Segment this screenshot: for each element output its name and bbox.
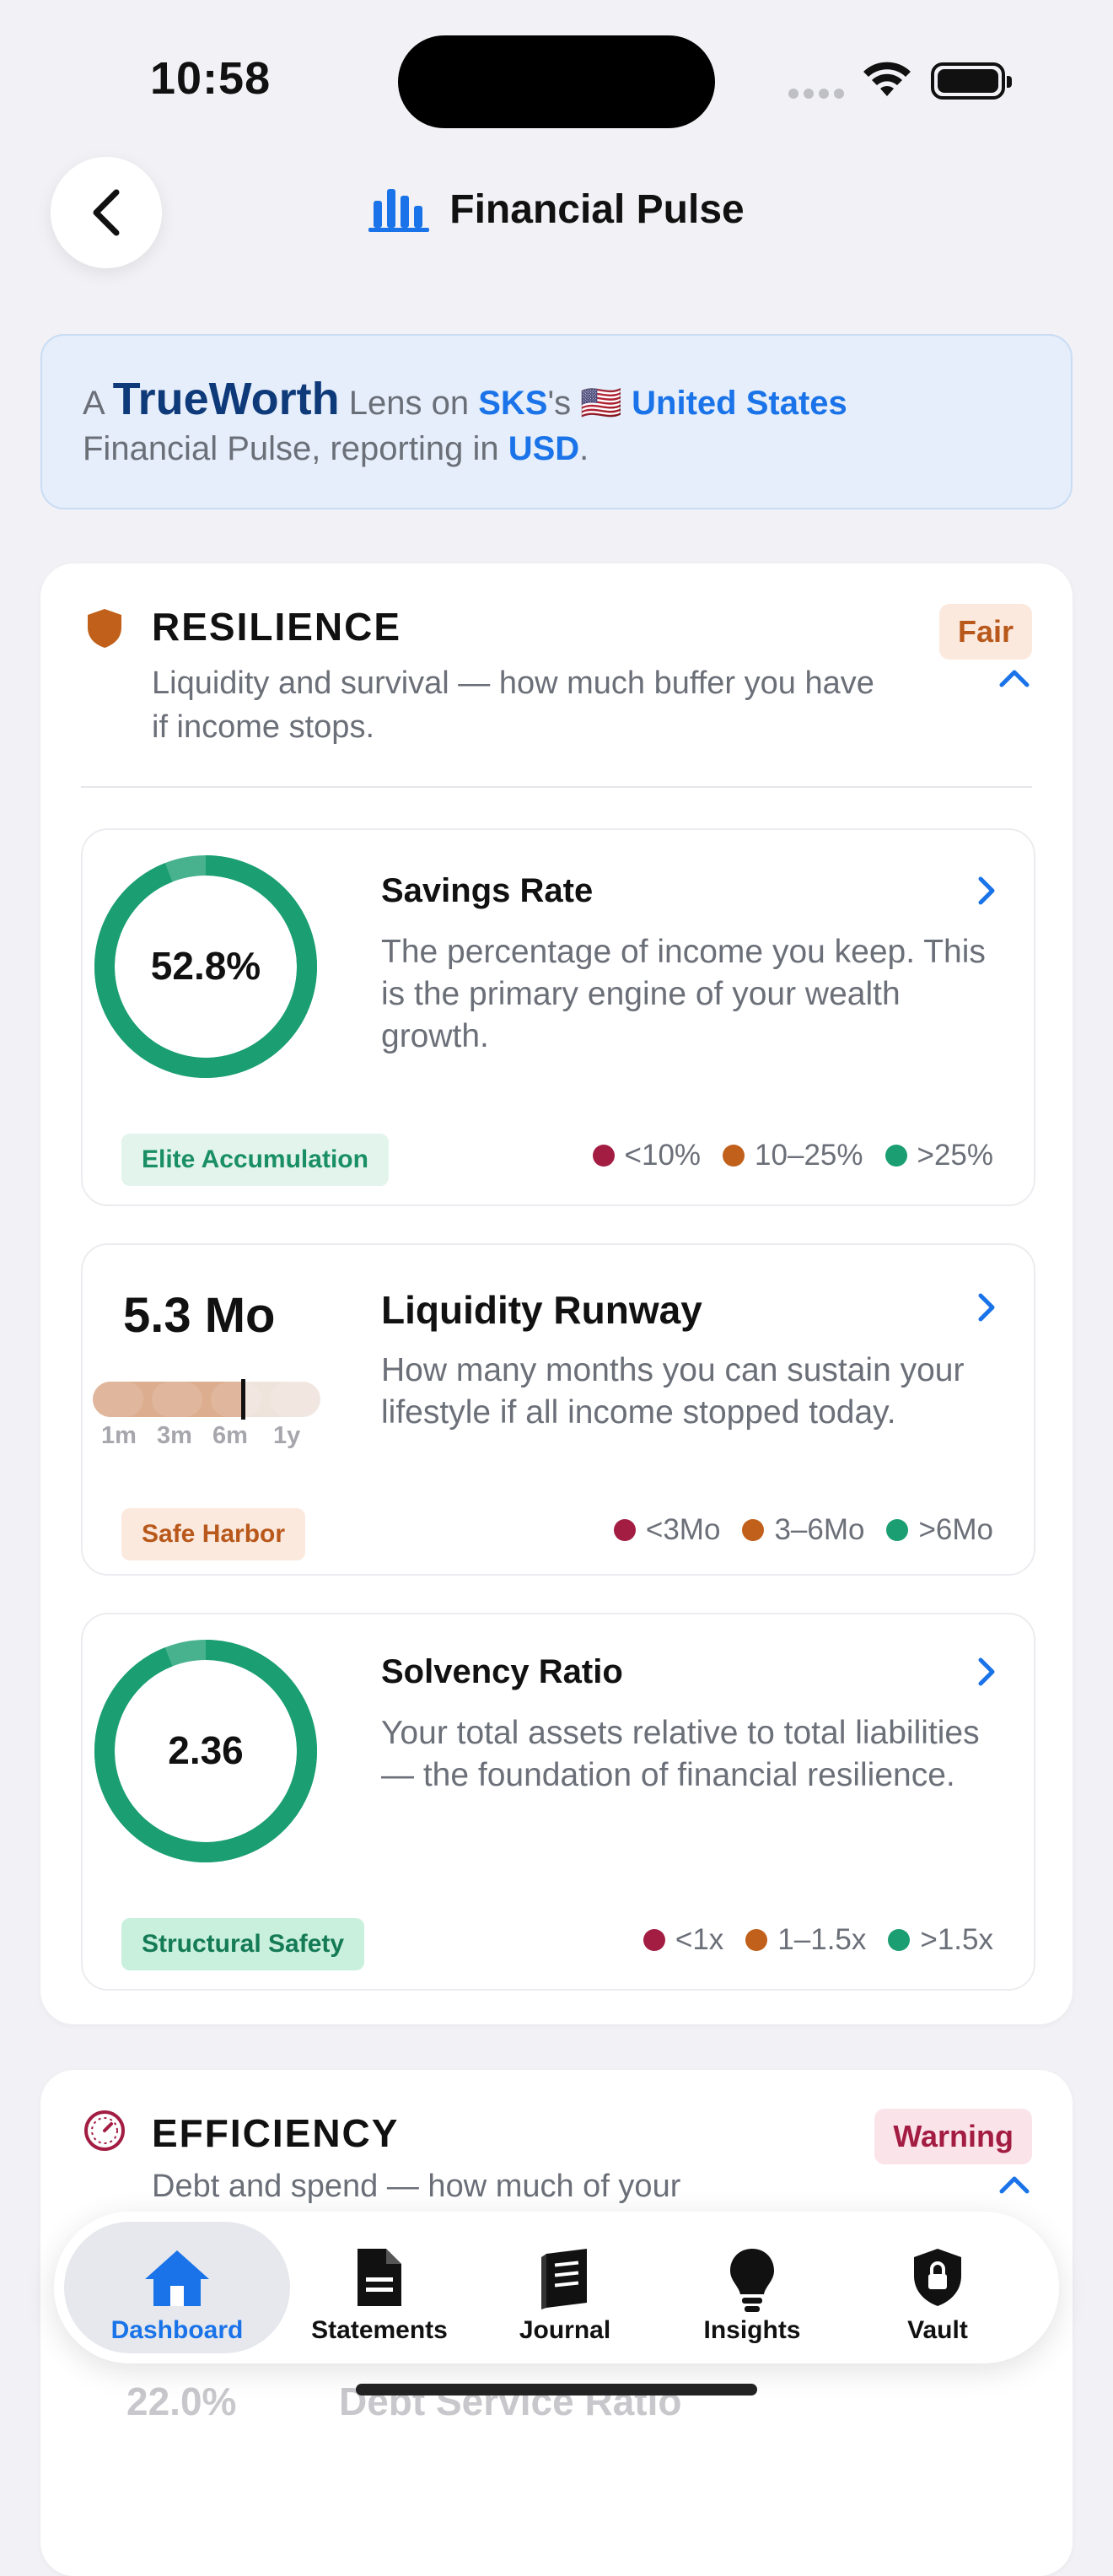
- chevron-right-icon[interactable]: [976, 1657, 997, 1687]
- lens-text: Lens on: [348, 385, 470, 422]
- currency-code: USD: [508, 430, 580, 467]
- legend-low: <1x: [675, 1923, 724, 1956]
- legend-low: <10%: [624, 1139, 702, 1172]
- page-title: Financial Pulse: [449, 186, 745, 232]
- savings-rate-value: 52.8%: [150, 944, 261, 988]
- wifi-icon: [863, 62, 911, 96]
- tab-vault[interactable]: Vault: [853, 2222, 1022, 2353]
- status-time: 10:58: [150, 53, 272, 104]
- chevron-right-icon[interactable]: [976, 1292, 997, 1323]
- legend-dot-green: [886, 1519, 909, 1541]
- legend-mid: 1–1.5x: [777, 1923, 867, 1956]
- legend-low: <3Mo: [645, 1513, 721, 1546]
- legend-dot-green: [888, 1929, 911, 1951]
- debt-service-value: 22.0%: [126, 2379, 237, 2423]
- section-title: EFFICIENCY: [152, 2111, 400, 2155]
- home-indicator: [356, 2384, 757, 2395]
- status-pill: Structural Safety: [121, 1918, 365, 1970]
- runway-tick-1m: 1m: [101, 1422, 137, 1449]
- runway-segment: [270, 1382, 320, 1417]
- legend-mid: 3–6Mo: [774, 1513, 865, 1546]
- legend-dot-green: [884, 1145, 907, 1167]
- status-badge: Fair: [938, 604, 1032, 660]
- metric-legend: <10% 10–25% >25%: [592, 1139, 994, 1172]
- journal-icon: [541, 2249, 587, 2309]
- runway-segment: [211, 1382, 261, 1417]
- section-title: RESILIENCE: [152, 605, 402, 649]
- flag-icon: 🇺🇸: [580, 385, 623, 422]
- legend-dot-orange: [723, 1145, 745, 1167]
- runway-progress-bar: [93, 1382, 320, 1417]
- section-description: Debt and spend — how much of your: [152, 2169, 681, 2204]
- lens-banner: A TrueWorth Lens on SKS's 🇺🇸 United Stat…: [40, 334, 1073, 509]
- legend-dot-red: [592, 1145, 615, 1167]
- tab-label: Dashboard: [110, 2316, 244, 2344]
- legend-high: >25%: [917, 1139, 994, 1172]
- section-divider: [81, 786, 1032, 788]
- lens-period: .: [579, 430, 589, 467]
- runway-segment: [152, 1382, 202, 1417]
- status-pill: Elite Accumulation: [121, 1134, 389, 1186]
- metric-description: The percentage of income you keep. This …: [381, 934, 986, 1054]
- tab-insights[interactable]: Insights: [668, 2222, 836, 2353]
- metric-card-liquidity-runway[interactable]: 5.3 Mo 1m 3m 6m 1y Liquidity Runway How …: [81, 1243, 1035, 1576]
- metric-title: Savings Rate: [381, 872, 594, 909]
- cellular-signal-icon: [788, 88, 849, 103]
- lens-possessive: 's: [547, 385, 572, 422]
- status-pill: Safe Harbor: [121, 1508, 306, 1560]
- runway-tick-1y: 1y: [273, 1422, 301, 1449]
- battery-icon: [931, 62, 1012, 100]
- country-name: United States: [632, 385, 847, 422]
- metric-title: Solvency Ratio: [381, 1653, 623, 1690]
- chevron-up-icon[interactable]: [998, 668, 1030, 688]
- bar-chart-icon: [368, 189, 430, 232]
- lock-shield-icon: [914, 2249, 961, 2306]
- tab-label: Statements: [311, 2316, 448, 2344]
- runway-tick-3m: 3m: [157, 1422, 192, 1449]
- metric-legend: <1x 1–1.5x >1.5x: [643, 1923, 993, 1957]
- brand-name: TrueWorth: [112, 374, 340, 424]
- document-icon: [358, 2249, 401, 2306]
- status-bar: 10:58: [0, 0, 1113, 160]
- tab-journal[interactable]: Journal: [481, 2222, 649, 2353]
- lightbulb-icon: [730, 2249, 774, 2312]
- tab-label: Insights: [703, 2316, 801, 2344]
- runway-value: 5.3 Mo: [123, 1288, 276, 1343]
- lens-prefix: A: [83, 385, 104, 422]
- metric-card-solvency-ratio[interactable]: 2.36 Solvency Ratio Your total assets re…: [81, 1613, 1035, 1991]
- tab-dashboard[interactable]: Dashboard: [64, 2222, 290, 2353]
- metric-description: How many months you can sustain your lif…: [381, 1352, 965, 1431]
- legend-dot-orange: [742, 1519, 765, 1541]
- tab-label: Journal: [519, 2316, 611, 2344]
- shield-icon: [88, 609, 121, 648]
- legend-mid: 10–25%: [755, 1139, 863, 1172]
- legend-high: >1.5x: [920, 1923, 993, 1956]
- tab-statements[interactable]: Statements: [295, 2222, 464, 2353]
- resilience-section: RESILIENCE Fair Liquidity and survival —…: [40, 563, 1073, 2024]
- legend-dot-red: [613, 1519, 636, 1541]
- home-icon: [145, 2250, 209, 2306]
- chevron-up-icon[interactable]: [998, 2175, 1030, 2195]
- metric-legend: <3Mo 3–6Mo >6Mo: [613, 1513, 993, 1547]
- user-name: SKS: [478, 385, 548, 422]
- tab-label: Vault: [907, 2316, 968, 2344]
- bottom-tab-bar: Dashboard Statements Journal Insights Va…: [54, 2212, 1059, 2363]
- solvency-ratio-value: 2.36: [168, 1728, 244, 1772]
- legend-high: >6Mo: [918, 1513, 993, 1546]
- legend-dot-red: [643, 1929, 665, 1951]
- runway-marker: [241, 1379, 246, 1420]
- runway-tick-6m: 6m: [212, 1422, 248, 1449]
- metric-card-savings-rate[interactable]: 52.8% Savings Rate The percentage of inc…: [81, 828, 1035, 1206]
- runway-segment: [93, 1382, 143, 1417]
- page-header: Financial Pulse: [0, 184, 1113, 234]
- gauge-icon: [84, 2110, 125, 2151]
- status-badge: Warning: [874, 2109, 1032, 2164]
- metric-description: Your total assets relative to total liab…: [381, 1715, 980, 1793]
- section-description: Liquidity and survival — how much buffer…: [152, 666, 874, 745]
- dynamic-island: [398, 35, 715, 128]
- chevron-right-icon[interactable]: [976, 876, 997, 906]
- lens-line2: Financial Pulse, reporting in: [83, 430, 499, 467]
- metric-title: Liquidity Runway: [381, 1288, 702, 1332]
- legend-dot-orange: [745, 1929, 768, 1951]
